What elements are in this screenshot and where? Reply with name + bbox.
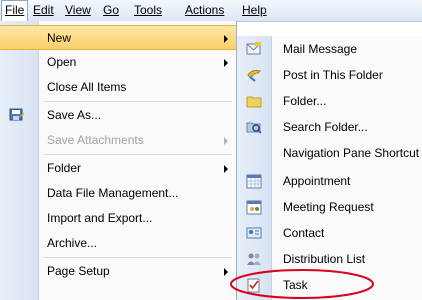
file-menu-item-open[interactable]: Open [0,50,236,75]
menu-actions-label: Actions [185,3,225,17]
submenu-arrow-icon [224,59,228,67]
new-item-post-in-folder[interactable]: Post in This Folder [237,62,422,88]
menu-help-label: Help [242,3,267,17]
menu-help[interactable]: Help [239,0,270,21]
file-menu-item-page-setup-label: Page Setup [47,264,110,278]
post-in-folder-icon [247,70,261,82]
file-menu-item-archive-label: Archive... [47,236,98,250]
file-menu-item-save-attachments[interactable]: Save Attachments [0,128,236,153]
new-item-contact-label: Contact [283,226,325,240]
distribution-list-icon [247,253,261,265]
menu-separator [44,154,232,155]
search-folder-icon [246,122,262,134]
file-menu-item-open-label: Open [47,55,77,69]
save-as-icon [9,108,24,121]
file-menu-item-new-label: New [47,31,72,45]
file-menu-item-folder[interactable]: Folder [0,156,236,181]
file-menu-item-save-attachments-label: Save Attachments [47,133,144,147]
new-item-mail-message-label: Mail Message [283,42,358,56]
file-menu-item-data-file-management[interactable]: Data File Management... [0,181,236,206]
menu-file[interactable]: File [1,0,29,21]
new-item-search-folder[interactable]: Search Folder... [237,114,422,140]
file-menu-item-save-as[interactable]: Save As... [0,103,236,128]
menu-go-label: Go [103,3,120,17]
menu-actions[interactable]: Actions [182,0,227,21]
new-item-meeting-request[interactable]: Meeting Request [237,194,422,220]
file-menu-item-close-all-label: Close All Items [47,80,127,94]
menu-file-label: File [5,3,25,17]
menu-bar: File Edit View Go Tools Actions Help [0,0,422,22]
file-menu-item-close-all[interactable]: Close All Items [0,75,236,100]
menu-go[interactable]: Go [100,0,122,21]
new-item-meeting-request-label: Meeting Request [283,200,374,214]
new-item-search-folder-label: Search Folder... [283,120,368,134]
submenu-arrow-icon [224,137,228,145]
mail-message-icon [246,42,261,55]
new-item-mail-message[interactable]: Mail Message [237,36,422,62]
menu-tools[interactable]: Tools [131,0,165,21]
calendar-icon [246,174,262,189]
menu-edit[interactable]: Edit [30,0,57,21]
file-menu-item-new[interactable]: New [0,25,236,50]
menu-edit-label: Edit [33,3,54,17]
file-menu-item-import-export-label: Import and Export... [47,211,153,225]
file-menu-item-import-export[interactable]: Import and Export... [0,206,236,231]
file-menu-item-save-as-label: Save As... [47,108,102,122]
file-menu-item-data-file-management-label: Data File Management... [47,186,179,200]
new-item-appointment-label: Appointment [283,174,351,188]
new-item-navigation-pane-shortcut-label: Navigation Pane Shortcut [283,146,420,160]
menu-view-label: View [65,3,91,17]
meeting-request-icon [246,200,262,215]
new-item-contact[interactable]: Contact [237,220,422,246]
file-menu-item-archive[interactable]: Archive... [0,231,236,256]
new-item-folder-label: Folder... [283,94,327,108]
file-menu: New Open Close All Items Save As... Save… [0,21,237,300]
menu-separator [44,101,232,102]
file-menu-item-folder-label: Folder [47,161,82,175]
submenu-arrow-icon [224,35,228,43]
annotation-ellipse [230,269,374,299]
file-menu-item-page-setup[interactable]: Page Setup [0,259,236,284]
menu-view[interactable]: View [62,0,94,21]
new-item-appointment[interactable]: Appointment [237,168,422,194]
menu-tools-label: Tools [134,3,163,17]
submenu-arrow-icon [224,165,228,173]
menu-separator [44,257,232,258]
contact-card-icon [246,227,262,239]
folder-icon [246,96,262,108]
new-item-folder[interactable]: Folder... [237,88,422,114]
new-submenu: Mail Message Post in This Folder Folder.… [236,36,422,300]
new-item-navigation-pane-shortcut[interactable]: Navigation Pane Shortcut [237,140,422,166]
new-item-post-in-folder-label: Post in This Folder [283,68,383,82]
